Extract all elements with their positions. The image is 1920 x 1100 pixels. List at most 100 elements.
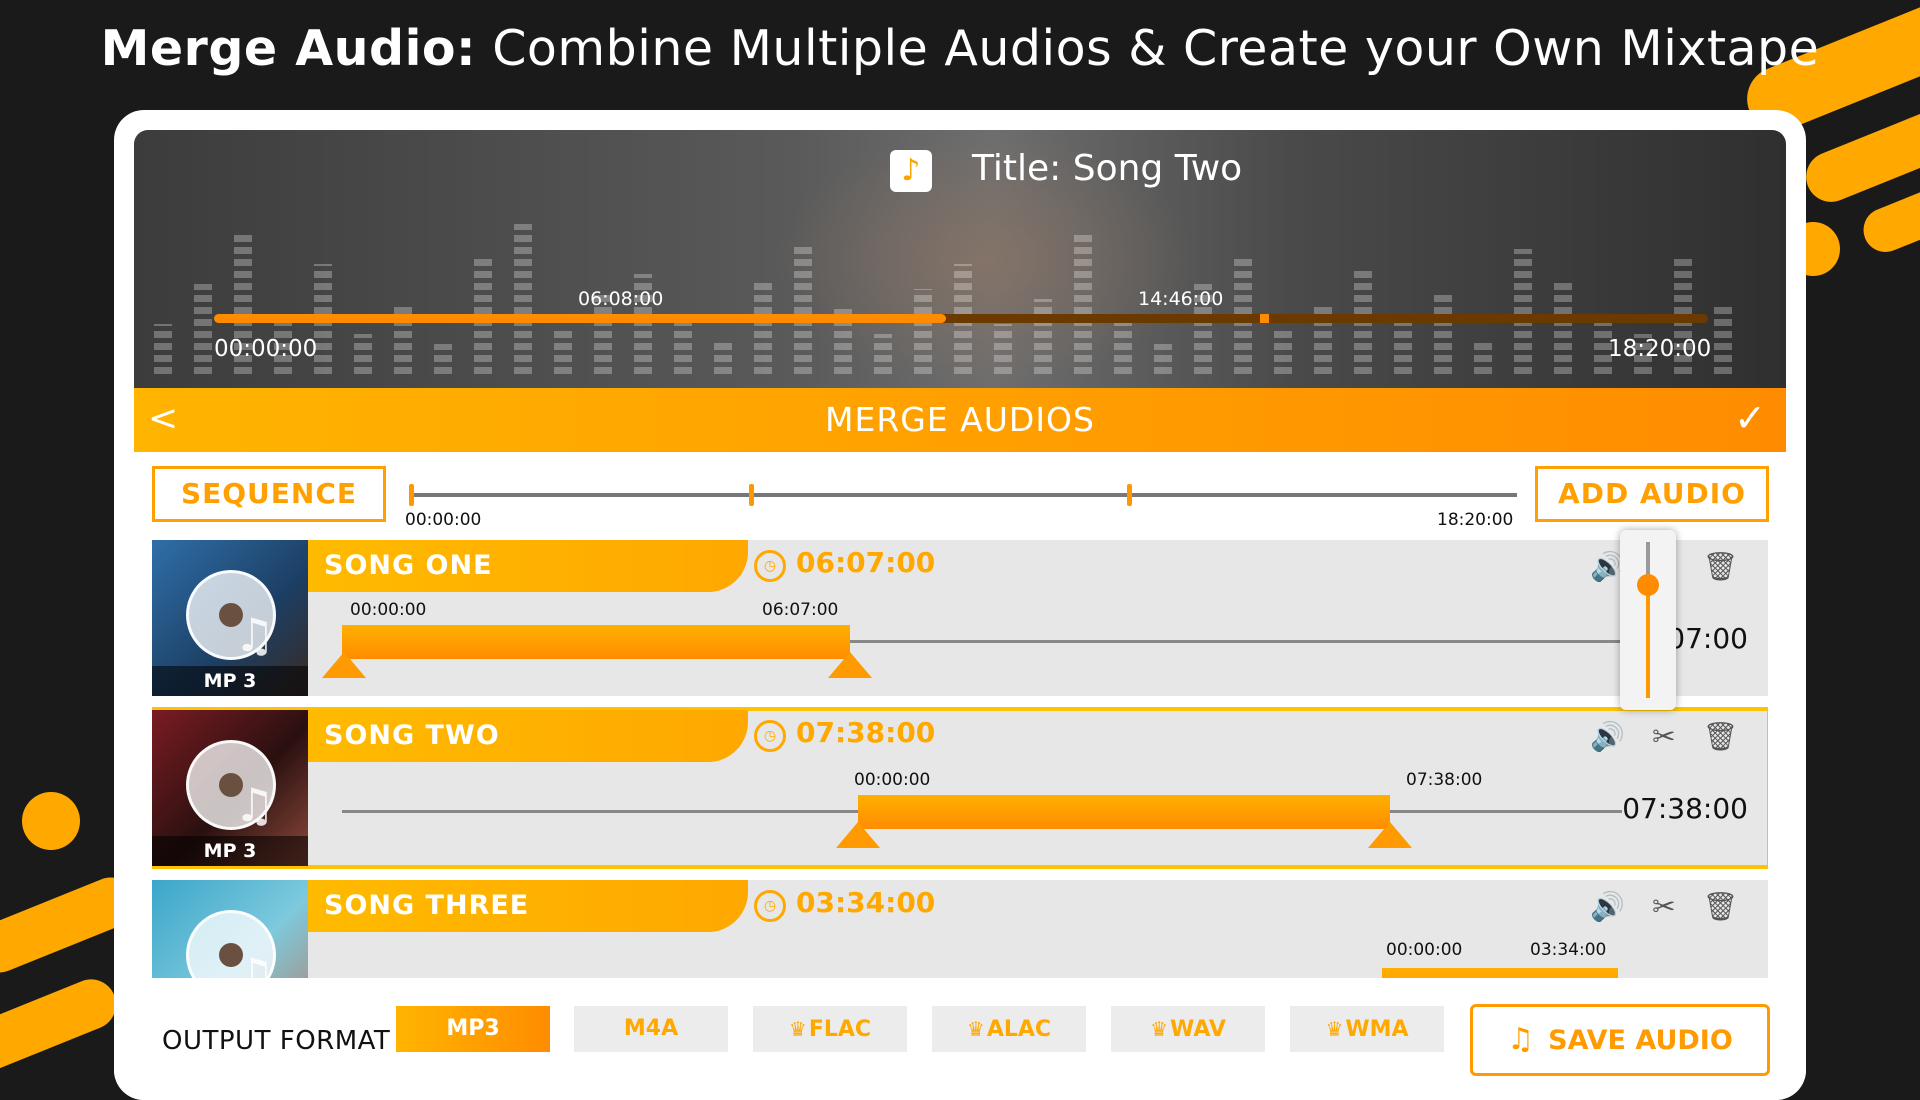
track-segment[interactable]: [858, 795, 1390, 829]
track-segment[interactable]: [342, 625, 850, 659]
preview-progress-fill: [214, 314, 947, 323]
eq-bar: [354, 334, 372, 374]
trash-icon[interactable]: 🗑: [1702, 890, 1738, 923]
volume-knob[interactable]: [1637, 574, 1659, 596]
header-title: MERGE AUDIOS: [825, 400, 1095, 439]
eq-bar: [1514, 249, 1532, 374]
track-duration: 06:07:00: [796, 546, 936, 579]
add-audio-button[interactable]: ADD AUDIO: [1535, 466, 1769, 522]
eq-bar: [1434, 294, 1452, 374]
segment-start: 00:00:00: [854, 770, 931, 790]
track-name: SONG TWO: [308, 710, 748, 762]
sequence-tick[interactable]: [749, 484, 754, 506]
format-wma[interactable]: ♛WMA: [1290, 1006, 1444, 1052]
speaker-icon[interactable]: 🔊: [1590, 890, 1625, 923]
decor-dot: [22, 792, 80, 850]
music-note-icon: ♫: [234, 608, 276, 662]
music-note-icon: ♪: [890, 150, 932, 192]
track-row[interactable]: ♫ SONG THREE ◷ 03:34:00 🔊 ✂ 🗑 00:00:00 0…: [152, 880, 1768, 978]
format-flac-label: FLAC: [808, 1017, 872, 1042]
sequence-end: 18:20:00: [1437, 510, 1514, 530]
headline-rest: Combine Multiple Audios & Create your Ow…: [476, 20, 1820, 77]
merge-header: < MERGE AUDIOS ✓: [134, 388, 1786, 452]
segment-start: 00:00:00: [350, 600, 427, 620]
track-thumbnail: ♫ MP 3: [152, 710, 308, 866]
track-total: 07:38:00: [1622, 792, 1748, 825]
segment-end-handle[interactable]: [1368, 822, 1412, 848]
trash-icon[interactable]: 🗑: [1702, 720, 1738, 753]
sequence-timeline[interactable]: [409, 484, 1517, 506]
output-bar: OUTPUT FORMAT MP3 M4A ♛FLAC ♛ALAC ♛WAV ♛…: [114, 978, 1806, 1100]
speaker-icon[interactable]: 🔊: [1590, 720, 1625, 753]
audio-preview: ♪ Title: Song Two 06:08:00 14:46:00 00:0…: [134, 130, 1786, 388]
eq-bar: [1714, 304, 1732, 374]
eq-bar: [154, 324, 172, 374]
segment-end: 03:34:00: [1530, 940, 1607, 960]
track-actions: 🔊 ✂ 🗑: [1572, 720, 1738, 753]
scissors-icon[interactable]: ✂: [1652, 720, 1675, 753]
track-name: SONG THREE: [308, 880, 748, 932]
headline-bold: Merge Audio:: [100, 20, 477, 77]
clock-icon: ◷: [754, 550, 786, 582]
eq-bar: [714, 339, 732, 374]
check-icon[interactable]: ✓: [1734, 396, 1766, 440]
app-card: ♪ Title: Song Two 06:08:00 14:46:00 00:0…: [114, 110, 1806, 1100]
eq-bar: [1114, 314, 1132, 374]
format-m4a[interactable]: M4A: [574, 1006, 728, 1052]
scissors-icon[interactable]: ✂: [1652, 890, 1675, 923]
sequence-tick[interactable]: [409, 484, 414, 506]
crown-icon: ♛: [788, 1017, 807, 1041]
track-format: MP 3: [152, 666, 308, 696]
format-wav[interactable]: ♛WAV: [1111, 1006, 1265, 1052]
equalizer-visual: [134, 188, 1786, 388]
volume-slider[interactable]: [1620, 530, 1676, 710]
music-note-icon: ♫: [234, 778, 276, 832]
preview-title: Title: Song Two: [972, 148, 1243, 189]
sequence-button[interactable]: SEQUENCE: [152, 466, 386, 522]
track-duration: 07:38:00: [796, 716, 936, 749]
preview-start-time: 00:00:00: [214, 336, 318, 362]
segment-start-handle[interactable]: [322, 652, 366, 678]
track-row[interactable]: ♫ MP 3 SONG TWO ◷ 07:38:00 🔊 ✂ 🗑 00:00:0…: [152, 707, 1768, 869]
preview-marker-2: 14:46:00: [1138, 288, 1224, 310]
track-list: ♫ MP 3 SONG ONE ◷ 06:07:00 🔊 ✂ 🗑 00:00:0…: [152, 540, 1768, 978]
track-name: SONG ONE: [308, 540, 748, 592]
format-alac-label: ALAC: [986, 1017, 1052, 1042]
track-segment[interactable]: [1382, 968, 1618, 978]
eq-bar: [1034, 299, 1052, 374]
track-thumbnail: ♫ MP 3: [152, 540, 308, 696]
segment-end-handle[interactable]: [828, 652, 872, 678]
format-wav-label: WAV: [1170, 1017, 1226, 1042]
segment-start-handle[interactable]: [836, 822, 880, 848]
eq-bar: [1274, 329, 1292, 374]
eq-bar: [794, 244, 812, 374]
track-actions: 🔊 ✂ 🗑: [1572, 890, 1738, 923]
format-mp3[interactable]: MP3: [396, 1006, 550, 1052]
format-alac[interactable]: ♛ALAC: [932, 1006, 1086, 1052]
track-row[interactable]: ♫ MP 3 SONG ONE ◷ 06:07:00 🔊 ✂ 🗑 00:00:0…: [152, 540, 1768, 696]
preview-progress-track[interactable]: [214, 314, 1708, 323]
track-duration: 03:34:00: [796, 886, 936, 919]
save-audio-button[interactable]: ♫ SAVE AUDIO: [1470, 1004, 1770, 1076]
headline: Merge Audio: Combine Multiple Audios & C…: [0, 20, 1920, 77]
save-audio-label: SAVE AUDIO: [1548, 1025, 1733, 1056]
sequence-tick[interactable]: [1127, 484, 1132, 506]
preview-marker-1: 06:08:00: [578, 288, 664, 310]
preview-end-time: 18:20:00: [1608, 336, 1712, 362]
output-format-label: OUTPUT FORMAT: [162, 1026, 391, 1056]
eq-bar: [514, 224, 532, 374]
crown-icon: ♛: [1150, 1017, 1169, 1041]
clock-icon: ◷: [754, 890, 786, 922]
crown-icon: ♛: [966, 1017, 985, 1041]
decor-stripe: [0, 971, 124, 1079]
crown-icon: ♛: [1325, 1017, 1344, 1041]
eq-bar: [674, 319, 692, 374]
track-format: MP 3: [152, 836, 308, 866]
format-flac[interactable]: ♛FLAC: [753, 1006, 907, 1052]
track-thumbnail: ♫: [152, 880, 308, 978]
sequence-start: 00:00:00: [405, 510, 482, 530]
eq-bar: [994, 324, 1012, 374]
trash-icon[interactable]: 🗑: [1702, 550, 1738, 583]
eq-bar: [1074, 234, 1092, 374]
eq-bar: [874, 334, 892, 374]
